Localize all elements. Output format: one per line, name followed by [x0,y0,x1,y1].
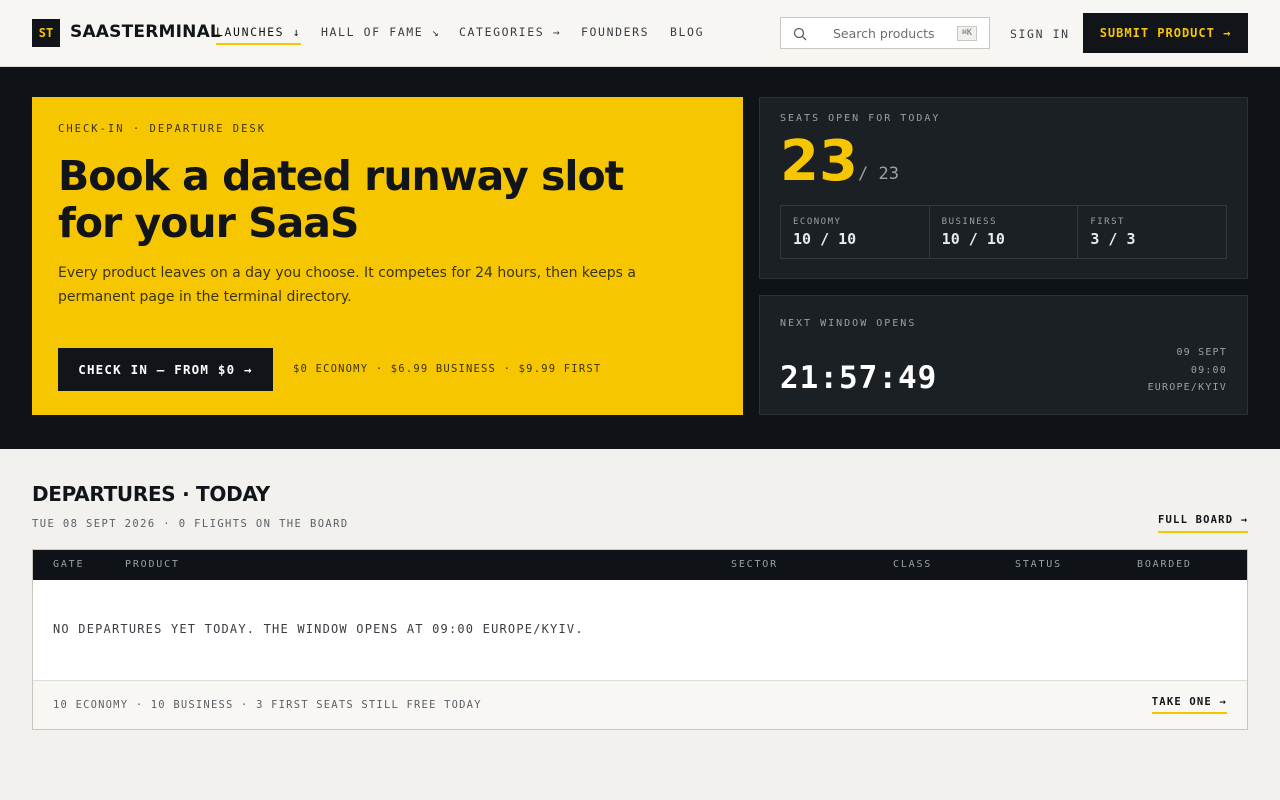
departures-subtitle: TUE 08 SEPT 2026 · 0 FLIGHTS ON THE BOAR… [32,518,349,530]
seats-panel: SEATS OPEN FOR TODAY 23 / 23 ECONOMY 10 … [759,97,1248,279]
window-details: 09 SEPT 09:00 EUROPE/KYIV [1148,344,1227,397]
sign-in-link[interactable]: SIGN IN [1010,27,1070,41]
seat-class-first: FIRST 3 / 3 [1078,206,1226,258]
take-one-link[interactable]: TAKE ONE → [1151,696,1227,714]
search-shortcut-badge: ⌘K [956,26,977,41]
seat-class-value: 3 / 3 [1090,230,1136,248]
nav-launches[interactable]: LAUNCHES ↓ [216,25,302,45]
board-header: GATE PRODUCT SECTOR CLASS STATUS BOARDED [33,550,1247,580]
seat-class-label: FIRST [1090,217,1125,227]
window-time: 09:00 [1190,364,1227,376]
seat-class-label: BUSINESS [941,217,998,227]
seat-class-grid: ECONOMY 10 / 10 BUSINESS 10 / 10 FIRST 3… [780,205,1227,259]
brand-name[interactable]: SAASTERMINAL [70,22,221,42]
hero-band: CHECK-IN · DEPARTURE DESK Book a dated r… [0,67,1280,449]
column-gate[interactable]: GATE [53,559,84,570]
departures-title: DEPARTURES · TODAY [32,482,270,506]
search-box[interactable]: Search products ⌘K [780,17,990,49]
countdown-timer: 21:57:49 [780,360,938,396]
top-header: ST SAASTERMINAL LAUNCHES ↓ HALL OF FAME … [0,0,1280,67]
nav-hall-of-fame[interactable]: HALL OF FAME ↘ [321,25,440,39]
column-class[interactable]: CLASS [893,559,932,570]
submit-product-button[interactable]: SUBMIT PRODUCT → [1083,13,1248,53]
departures-board: GATE PRODUCT SECTOR CLASS STATUS BOARDED… [32,549,1248,730]
seat-class-economy: ECONOMY 10 / 10 [781,206,930,258]
search-input[interactable]: Search products [833,26,935,41]
column-boarded[interactable]: BOARDED [1137,559,1192,570]
empty-board-message: NO DEPARTURES YET TODAY. THE WINDOW OPEN… [53,622,584,636]
seat-class-business: BUSINESS 10 / 10 [930,206,1079,258]
full-board-link[interactable]: FULL BOARD → [1158,514,1249,533]
board-footer: 10 ECONOMY · 10 BUSINESS · 3 FIRST SEATS… [33,680,1247,729]
nav-blog[interactable]: BLOG [670,25,704,39]
next-window-panel: NEXT WINDOW OPENS 21:57:49 09 SEPT 09:00… [759,295,1248,415]
search-icon [793,27,807,41]
seat-class-value: 10 / 10 [793,230,857,248]
nav-founders[interactable]: FOUNDERS [581,25,649,39]
column-sector[interactable]: SECTOR [731,559,778,570]
nav-categories[interactable]: CATEGORIES → [459,25,561,39]
logo-mark[interactable]: ST [32,19,60,47]
column-product[interactable]: PRODUCT [125,559,180,570]
seats-label: SEATS OPEN FOR TODAY [780,113,941,124]
hero-headline: Book a dated runway slot for your SaaS [58,152,624,247]
hero-description: Every product leaves on a day you choose… [58,265,636,305]
seats-open-count: 23 [780,129,858,194]
window-timezone: EUROPE/KYIV [1147,382,1227,393]
check-in-button[interactable]: CHECK IN — FROM $0 → [58,348,273,391]
window-date: 09 SEPT [1176,347,1227,358]
check-in-card: CHECK-IN · DEPARTURE DESK Book a dated r… [32,97,743,415]
seat-class-label: ECONOMY [793,217,842,227]
seats-total: / 23 [858,164,899,184]
hero-eyebrow: CHECK-IN · DEPARTURE DESK [58,123,267,135]
seats-free-summary: 10 ECONOMY · 10 BUSINESS · 3 FIRST SEATS… [53,699,482,711]
column-status[interactable]: STATUS [1015,559,1062,570]
pricing-summary: $0 ECONOMY · $6.99 BUSINESS · $9.99 FIRS… [293,363,602,375]
next-window-label: NEXT WINDOW OPENS [780,318,917,329]
seat-class-value: 10 / 10 [941,230,1005,248]
